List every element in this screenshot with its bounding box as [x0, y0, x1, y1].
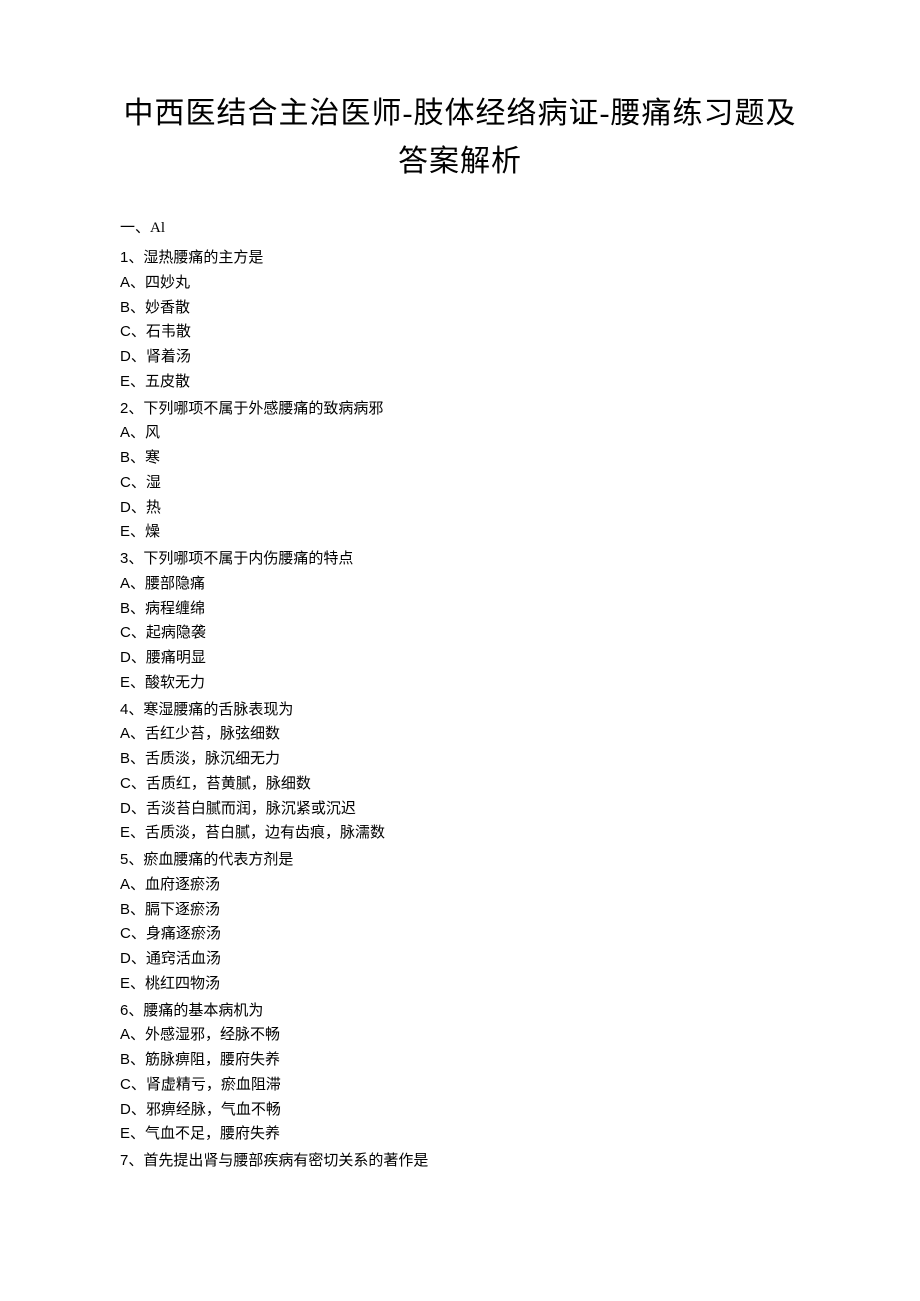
option-item: C、身痛逐瘀汤: [120, 922, 800, 947]
option-item: B、妙香散: [120, 296, 800, 321]
question-text: 7、首先提出肾与腰部疾病有密切关系的著作是: [120, 1149, 800, 1174]
option-item: D、腰痛明显: [120, 646, 800, 671]
option-item: B、寒: [120, 446, 800, 471]
option-item: E、桃红四物汤: [120, 972, 800, 997]
question-item: 1、湿热腰痛的主方是A、四妙丸B、妙香散C、石韦散D、肾着汤E、五皮散: [120, 246, 800, 395]
section-header: 一、Al: [120, 216, 800, 240]
option-item: B、筋脉痹阻，腰府失养: [120, 1048, 800, 1073]
option-item: B、舌质淡，脉沉细无力: [120, 747, 800, 772]
question-text: 4、寒湿腰痛的舌脉表现为: [120, 698, 800, 723]
option-item: C、舌质红，苔黄腻，脉细数: [120, 772, 800, 797]
option-item: E、气血不足，腰府失养: [120, 1122, 800, 1147]
option-item: A、风: [120, 421, 800, 446]
option-item: D、通窍活血汤: [120, 947, 800, 972]
option-item: A、外感湿邪，经脉不畅: [120, 1023, 800, 1048]
question-item: 3、下列哪项不属于内伤腰痛的特点A、腰部隐痛B、病程缠绵C、起病隐袭D、腰痛明显…: [120, 547, 800, 696]
question-text: 2、下列哪项不属于外感腰痛的致病病邪: [120, 397, 800, 422]
option-item: D、肾着汤: [120, 345, 800, 370]
question-item: 6、腰痛的基本病机为A、外感湿邪，经脉不畅B、筋脉痹阻，腰府失养C、肾虚精亏，瘀…: [120, 999, 800, 1148]
option-item: E、舌质淡，苔白腻，边有齿痕，脉濡数: [120, 821, 800, 846]
option-item: C、起病隐袭: [120, 621, 800, 646]
question-item: 4、寒湿腰痛的舌脉表现为A、舌红少苔，脉弦细数B、舌质淡，脉沉细无力C、舌质红，…: [120, 698, 800, 847]
question-text: 3、下列哪项不属于内伤腰痛的特点: [120, 547, 800, 572]
option-item: D、舌淡苔白腻而润，脉沉紧或沉迟: [120, 797, 800, 822]
option-item: D、热: [120, 496, 800, 521]
option-item: A、血府逐瘀汤: [120, 873, 800, 898]
question-text: 6、腰痛的基本病机为: [120, 999, 800, 1024]
question-item: 7、首先提出肾与腰部疾病有密切关系的著作是: [120, 1149, 800, 1174]
option-item: C、肾虚精亏，瘀血阻滞: [120, 1073, 800, 1098]
option-item: B、病程缠绵: [120, 597, 800, 622]
question-text: 1、湿热腰痛的主方是: [120, 246, 800, 271]
option-item: D、邪痹经脉，气血不畅: [120, 1098, 800, 1123]
questions-list: 1、湿热腰痛的主方是A、四妙丸B、妙香散C、石韦散D、肾着汤E、五皮散2、下列哪…: [120, 246, 800, 1174]
option-item: C、湿: [120, 471, 800, 496]
option-item: A、四妙丸: [120, 271, 800, 296]
question-text: 5、瘀血腰痛的代表方剂是: [120, 848, 800, 873]
option-item: E、五皮散: [120, 370, 800, 395]
option-item: A、舌红少苔，脉弦细数: [120, 722, 800, 747]
option-item: C、石韦散: [120, 320, 800, 345]
document-title: 中西医结合主治医师-肢体经络病证-腰痛练习题及答案解析: [120, 90, 800, 186]
option-item: E、燥: [120, 520, 800, 545]
option-item: A、腰部隐痛: [120, 572, 800, 597]
option-item: B、膈下逐瘀汤: [120, 898, 800, 923]
question-item: 5、瘀血腰痛的代表方剂是A、血府逐瘀汤B、膈下逐瘀汤C、身痛逐瘀汤D、通窍活血汤…: [120, 848, 800, 997]
option-item: E、酸软无力: [120, 671, 800, 696]
question-item: 2、下列哪项不属于外感腰痛的致病病邪A、风B、寒C、湿D、热E、燥: [120, 397, 800, 546]
